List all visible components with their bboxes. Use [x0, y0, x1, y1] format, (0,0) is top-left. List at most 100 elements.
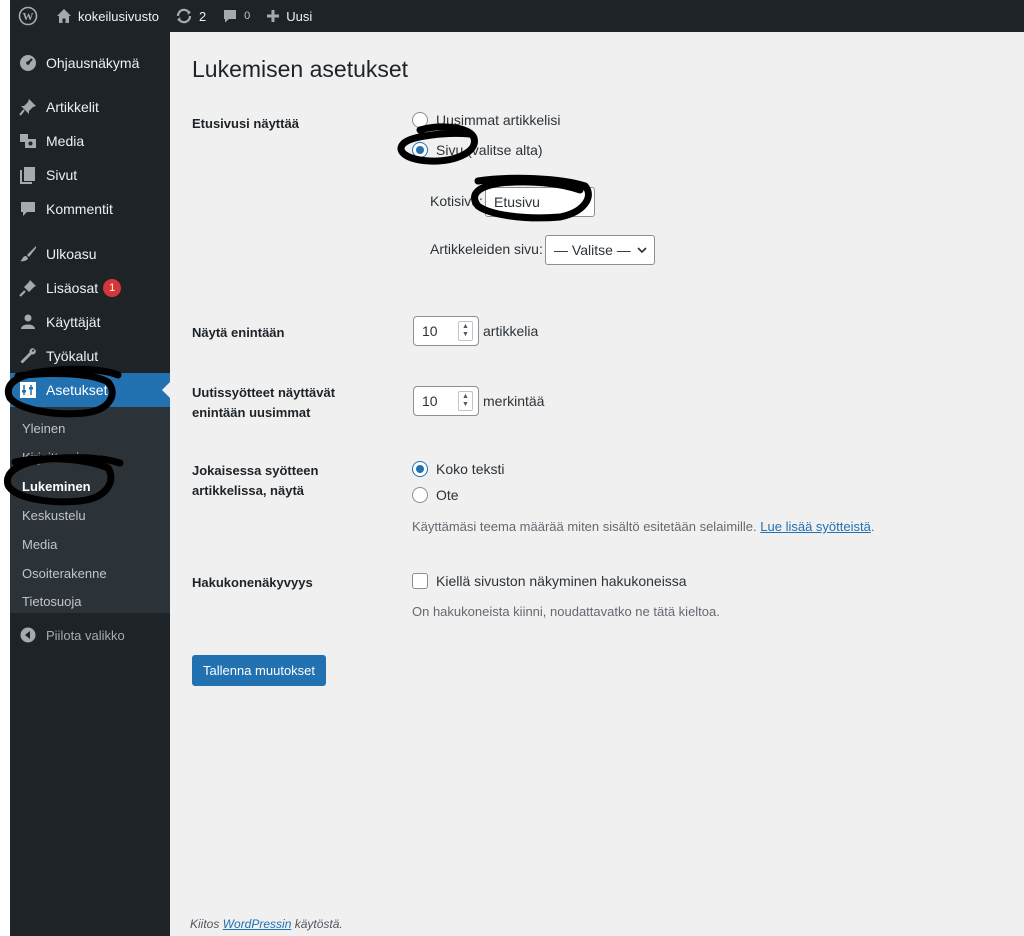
feed-content-label: Jokaisessa syötteen artikkelissa, näytä — [192, 463, 319, 498]
discourage-search-label: Kiellä sivuston näkyminen hakukoneissa — [436, 573, 687, 589]
plugin-icon — [10, 279, 46, 297]
sidebar-item-dashboard[interactable]: Ohjausnäkymä — [10, 46, 170, 80]
submenu-item-writing[interactable]: Kirjoittaminen — [22, 450, 101, 465]
wordpress-icon: W — [18, 6, 38, 26]
sidebar-item-users[interactable]: Käyttäjät — [10, 305, 170, 339]
feed-items-label: Uutissyötteet näyttävät enintään uusimma… — [192, 385, 336, 420]
sidebar-item-label: Lisäosat — [46, 280, 99, 296]
page-title: Lukemisen asetukset — [192, 56, 409, 82]
spinner-icon[interactable]: ▲ ▼ — [458, 321, 473, 341]
updates-icon — [176, 8, 192, 24]
comments-button[interactable]: 0 — [214, 0, 258, 32]
comments-count: 0 — [244, 10, 251, 22]
sidebar-item-comments[interactable]: Kommentit — [10, 192, 170, 226]
updates-button[interactable]: 2 — [167, 0, 214, 32]
sidebar-item-media[interactable]: Media — [10, 124, 170, 158]
homepage-select-label: Kotisivu: — [430, 193, 483, 209]
sidebar-item-posts[interactable]: Artikkelit — [10, 90, 170, 124]
spinner-icon[interactable]: ▲ ▼ — [458, 391, 473, 411]
collapse-arrow-icon — [10, 627, 46, 643]
full-text-radio[interactable] — [412, 461, 428, 477]
wrench-icon — [10, 347, 46, 365]
submenu-item-reading[interactable]: Lukeminen — [22, 479, 91, 494]
search-visibility-description: On hakukoneista kiinni, noudattavatko ne… — [412, 604, 720, 619]
wordpress-link[interactable]: WordPressin — [223, 917, 292, 931]
submenu-item-privacy[interactable]: Tietosuoja — [22, 594, 82, 609]
site-name-button[interactable]: kokeilusivusto — [46, 0, 167, 32]
sidebar-item-appearance[interactable]: Ulkoasu — [10, 237, 170, 271]
latest-posts-radio[interactable] — [412, 112, 428, 128]
sidebar-item-settings[interactable]: Asetukset — [10, 373, 170, 407]
admin-bar: W kokeilusivusto 2 0 Uusi — [10, 0, 1024, 32]
footer-suffix: käytöstä. — [294, 917, 343, 931]
sidebar-item-label: Artikkelit — [46, 99, 99, 115]
submenu-item-discussion[interactable]: Keskustelu — [22, 508, 86, 523]
comment-icon — [10, 200, 46, 218]
admin-footer: Kiitos WordPressin käytöstä. — [190, 917, 343, 931]
feed-full-text-option[interactable]: Koko teksti — [412, 461, 504, 477]
new-content-button[interactable]: Uusi — [258, 0, 320, 32]
excerpt-label: Ote — [436, 487, 459, 503]
site-name: kokeilusivusto — [78, 8, 159, 24]
settings-icon — [10, 381, 46, 399]
sidebar-item-label: Ohjausnäkymä — [46, 55, 140, 71]
front-page-label: Etusivusi näyttää — [192, 116, 299, 131]
collapse-menu-button[interactable]: Piilota valikko — [10, 620, 170, 650]
plus-icon — [267, 10, 280, 22]
feeds-help-link[interactable]: Lue lisää syötteistä — [760, 519, 871, 534]
homepage-select[interactable]: Etusivu — [485, 187, 595, 217]
collapse-menu-label: Piilota valikko — [46, 627, 125, 643]
svg-text:W: W — [23, 11, 34, 23]
sidebar-item-label: Ulkoasu — [46, 246, 97, 262]
home-icon — [57, 9, 71, 23]
settings-submenu: Yleinen Kirjoittaminen Lukeminen Keskust… — [10, 407, 170, 613]
new-label: Uusi — [286, 8, 313, 24]
sidebar-item-label: Kommentit — [46, 201, 113, 217]
submenu-item-media[interactable]: Media — [22, 537, 57, 552]
main-content: Lukemisen asetukset Etusivusi näyttää Uu… — [170, 32, 1024, 936]
search-visibility-option[interactable]: Kiellä sivuston näkyminen hakukoneissa — [412, 573, 687, 589]
excerpt-radio[interactable] — [412, 487, 428, 503]
feed-items-unit: merkintää — [483, 393, 545, 409]
feed-items-input[interactable]: 10 ▲ ▼ — [413, 386, 479, 416]
users-icon — [10, 313, 46, 331]
submenu-item-general[interactable]: Yleinen — [22, 421, 65, 436]
posts-per-page-unit: artikkelia — [483, 323, 539, 339]
comment-icon — [224, 10, 237, 23]
latest-posts-label: Uusimmat artikkelisi — [436, 112, 561, 128]
sidebar-item-label: Asetukset — [46, 382, 108, 398]
media-icon — [10, 132, 46, 150]
posts-page-select-label: Artikkeleiden sivu: — [430, 241, 543, 257]
updates-count: 2 — [198, 8, 207, 24]
feed-excerpt-option[interactable]: Ote — [412, 487, 459, 503]
sidebar-item-label: Sivut — [46, 167, 78, 183]
posts-per-page-input[interactable]: 10 ▲ ▼ — [413, 316, 479, 346]
sidebar-item-plugins[interactable]: Lisäosat 1 — [10, 271, 170, 305]
front-page-latest-option[interactable]: Uusimmat artikkelisi — [412, 112, 560, 128]
sidebar-item-label: Työkalut — [46, 348, 99, 364]
submenu-item-permalinks[interactable]: Osoiterakenne — [22, 566, 107, 581]
front-page-static-option[interactable]: Sivu (valitse alta) — [412, 142, 543, 158]
sidebar-item-label: Media — [46, 133, 85, 149]
save-changes-button[interactable]: Tallenna muutokset — [192, 655, 327, 686]
posts-per-page-value: 10 — [422, 323, 438, 339]
admin-sidebar: Ohjausnäkymä Artikkelit Media Sivut Komm… — [10, 32, 170, 936]
feed-description-trailing: . — [870, 519, 875, 534]
posts-page-select[interactable]: — Valitse — — [545, 235, 655, 265]
sidebar-item-label: Käyttäjät — [46, 314, 101, 330]
sidebar-item-tools[interactable]: Työkalut — [10, 339, 170, 373]
sidebar-item-pages[interactable]: Sivut — [10, 158, 170, 192]
homepage-select-value: Etusivu — [494, 194, 540, 210]
footer-prefix: Kiitos — [190, 917, 220, 931]
feed-items-value: 10 — [422, 393, 438, 409]
static-page-radio[interactable] — [412, 142, 428, 158]
dashboard-icon — [10, 54, 46, 72]
chevron-down-icon — [636, 244, 648, 256]
posts-page-select-value: — Valitse — — [554, 242, 631, 258]
discourage-search-checkbox[interactable] — [412, 573, 428, 589]
pin-icon — [10, 98, 46, 116]
wordpress-logo-button[interactable]: W — [10, 0, 46, 32]
pages-icon — [10, 166, 46, 184]
plugin-update-badge: 1 — [103, 279, 122, 297]
brush-icon — [10, 245, 46, 263]
